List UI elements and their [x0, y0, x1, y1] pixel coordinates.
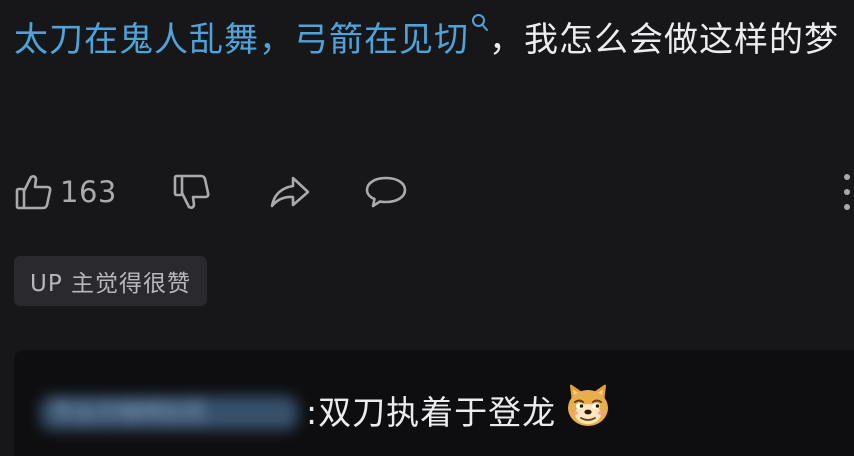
reply-separator: : — [306, 393, 319, 432]
comment-icon — [364, 172, 408, 212]
comment-action-bar: 163 — [14, 168, 850, 216]
share-button[interactable] — [268, 168, 312, 216]
up-liked-badge-label: UP 主觉得很赞 — [30, 271, 192, 297]
comment-body: 太刀在鬼人乱舞，弓箭在见切 ，我怎么会做这样的梦 — [14, 8, 844, 72]
reply-button[interactable] — [364, 168, 408, 216]
reply-content: : 双刀执着于登龙 — [306, 384, 612, 438]
reply-preview[interactable]: 专业方咖啡拉花 : 双刀执着于登龙 — [14, 350, 854, 456]
dislike-button[interactable] — [172, 168, 212, 216]
comment-screen: 太刀在鬼人乱舞，弓箭在见切 ，我怎么会做这样的梦 163 UP 主觉得很赞 专业… — [0, 0, 854, 456]
like-button[interactable]: 163 — [14, 168, 117, 216]
thumbs-down-icon — [172, 172, 212, 212]
keyword-link-text: 太刀在鬼人乱舞，弓箭在见切 — [14, 20, 469, 60]
like-count: 163 — [60, 175, 117, 209]
reply-text: 双刀执着于登龙 — [318, 393, 557, 432]
reply-author-name[interactable]: 专业方咖啡拉花 — [40, 396, 298, 430]
more-icon[interactable] — [844, 172, 850, 212]
doge-emoji-icon — [564, 382, 612, 444]
comment-body-text: ，我怎么会做这样的梦 — [489, 20, 839, 60]
share-icon — [268, 172, 312, 212]
search-icon — [471, 13, 489, 33]
thumbs-up-icon — [14, 172, 54, 212]
up-liked-badge: UP 主觉得很赞 — [14, 256, 208, 306]
keyword-search-link[interactable]: 太刀在鬼人乱舞，弓箭在见切 — [14, 14, 489, 60]
reply-author-name-text: 专业方咖啡拉花 — [52, 400, 207, 425]
